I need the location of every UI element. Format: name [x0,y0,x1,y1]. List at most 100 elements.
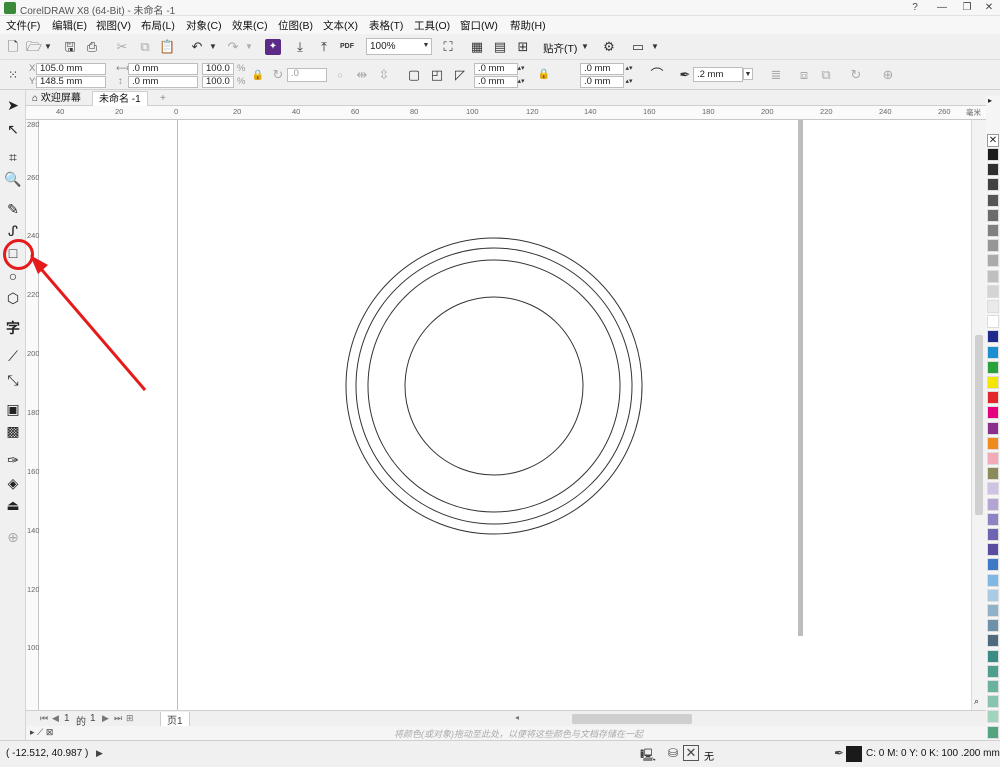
application-launcher-icon[interactable]: ▭ [630,39,646,55]
freehand-tool-icon[interactable]: ✎ [4,200,22,218]
interactive-fill-tool-icon[interactable]: ◈ [4,474,22,492]
palette-swatch[interactable] [987,300,999,313]
menu-edit[interactable]: 编辑(E) [52,18,87,33]
maximize-button[interactable]: ❐ [955,0,979,16]
launcher-dropdown-icon[interactable]: ▼ [647,39,663,55]
corner-radius-bottom-left-field[interactable]: .0 mm [474,76,518,88]
add-tool-icon[interactable]: ⊕ [4,528,22,546]
export-icon[interactable]: ⤒ [316,39,332,55]
palette-scroll-up-icon[interactable]: ▸ [988,96,992,105]
menu-view[interactable]: 视图(V) [96,18,131,33]
show-guidelines-icon[interactable]: ⊞ [515,39,531,55]
save-icon[interactable]: 🖫 [62,39,78,55]
palette-swatch[interactable] [987,558,999,572]
cut-icon[interactable]: ✂ [114,39,130,55]
tab-document[interactable]: 未命名 -1 [92,91,148,106]
next-page-icon[interactable]: ▶ [102,713,109,724]
second-circle[interactable] [355,247,633,525]
menu-layout[interactable]: 布局(L) [141,18,175,33]
outer-circle[interactable] [345,237,643,535]
document-color-profile-icon[interactable]: 🖳 [640,746,656,767]
redo-dropdown-icon[interactable]: ▼ [241,39,257,55]
scale-x-field[interactable]: 100.0 [202,63,234,75]
shape-tool-icon[interactable]: ↖ [4,120,22,138]
palette-swatch[interactable] [987,254,999,268]
corner-spin-down2-icon[interactable]: ▴▾ [624,76,634,88]
full-screen-icon[interactable]: ⛶ [440,39,456,55]
corner-radius-bottom-right-field[interactable]: .0 mm [580,76,624,88]
close-button[interactable]: ✕ [977,0,1000,16]
copy-icon[interactable]: ⧉ [137,39,153,55]
menu-effects[interactable]: 效果(C) [232,18,268,33]
outline-width-dropdown-icon[interactable]: ▼ [743,68,753,80]
palette-swatch[interactable] [987,497,999,511]
relative-corner-scaling-icon[interactable]: ⌒ [649,67,665,83]
palette-swatch[interactable] [987,467,999,481]
menu-tools[interactable]: 工具(O) [414,18,450,33]
vertical-scroll-thumb[interactable] [975,335,983,515]
artistic-media-tool-icon[interactable]: ᔑ [4,222,22,240]
convert-to-curves-icon[interactable]: ↻ [848,67,864,83]
corner-lock-icon[interactable]: 🔒 [536,67,552,83]
palette-swatch[interactable] [987,619,999,633]
menu-file[interactable]: 文件(F) [6,18,40,33]
palette-swatch[interactable] [987,482,999,496]
to-back-icon[interactable]: ⧉ [818,67,834,83]
pick-tool-icon[interactable]: ➤ [4,96,22,114]
third-circle[interactable] [367,259,621,513]
paste-icon[interactable]: 📋 [159,39,175,55]
palette-swatch[interactable] [987,406,999,420]
palette-swatch[interactable] [987,634,999,648]
object-origin-icon[interactable]: ⁙ [5,67,21,83]
zoom-fit-icon[interactable]: ⌕ [974,696,979,707]
palette-swatch[interactable] [987,148,999,161]
color-eyedropper-tool-icon[interactable]: ✑ [4,451,22,469]
palette-swatch[interactable] [987,664,999,678]
no-color-swatch-icon[interactable]: ✕ [987,134,999,147]
palette-swatch[interactable] [987,604,999,617]
palette-swatch[interactable] [987,512,999,526]
no-fill-swatch-icon[interactable]: ✕ [683,745,699,761]
palette-swatch[interactable] [987,528,999,541]
palette-swatch[interactable] [987,421,999,435]
new-document-icon[interactable]: 🗋 [5,39,21,55]
parallel-dimension-tool-icon[interactable]: ⟋ [4,347,22,365]
to-front-icon[interactable]: ⧈ [796,67,812,83]
add-tab-icon[interactable]: + [154,91,172,106]
object-height-field[interactable]: .0 mm [128,76,198,88]
palette-swatch[interactable] [987,178,999,192]
round-corner-icon[interactable]: ▢ [406,67,422,83]
horizontal-scroll-thumb[interactable] [572,714,692,724]
position-y-field[interactable]: 148.5 mm [36,76,106,88]
connector-tool-icon[interactable]: ⤡ [4,371,22,389]
object-width-field[interactable]: .0 mm [128,63,198,75]
menu-table[interactable]: 表格(T) [369,18,403,33]
chamfered-corner-icon[interactable]: ◸ [452,67,468,83]
status-expand-icon[interactable]: ▶ [96,748,103,759]
add-page-icon[interactable]: ⊞ [126,713,134,724]
transparency-tool-icon[interactable]: ▩ [4,422,22,440]
drop-shadow-tool-icon[interactable]: ▣ [4,400,22,418]
menu-text[interactable]: 文本(X) [323,18,358,33]
palette-swatch[interactable] [987,543,999,557]
corner-radius-top-left-field[interactable]: .0 mm [474,63,518,75]
rotation-angle-field[interactable]: .0 [287,68,327,82]
menu-object[interactable]: 对象(C) [186,18,222,33]
palette-swatch[interactable] [987,452,999,465]
palette-swatch[interactable] [987,710,999,724]
zoom-tool-icon[interactable]: 🔍 [4,170,22,188]
palette-swatch[interactable] [987,163,999,177]
palette-swatch[interactable] [987,573,999,587]
vertical-scrollbar[interactable]: ⌕ [971,120,986,710]
menu-bitmaps[interactable]: 位图(B) [278,18,313,33]
text-tool-icon[interactable]: 字 [4,319,22,337]
mirror-horizontal-icon[interactable]: ⇹ [354,67,370,83]
snap-to-menu[interactable]: 贴齐(T) [543,41,577,56]
smart-fill-tool-icon[interactable]: ⏏ [4,496,22,514]
snap-dropdown-icon[interactable]: ▼ [577,39,593,55]
show-rulers-icon[interactable]: ▦ [469,39,485,55]
open-dropdown-icon[interactable]: ▼ [40,39,56,55]
print-icon[interactable]: ⎙ [84,39,100,55]
scale-y-field[interactable]: 100.0 [202,76,234,88]
outline-width-field[interactable]: .2 mm [693,67,743,82]
